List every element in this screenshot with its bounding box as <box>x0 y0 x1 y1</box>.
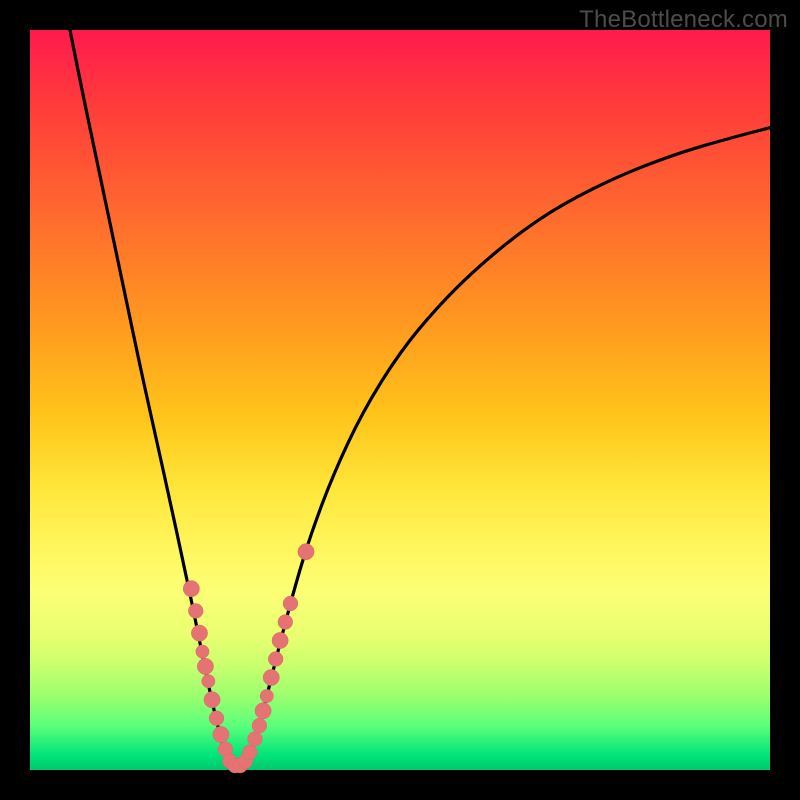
data-marker <box>204 692 220 708</box>
data-marker <box>298 544 314 560</box>
data-marker <box>196 645 209 658</box>
markers-group <box>183 544 314 773</box>
chart-svg <box>30 30 770 770</box>
data-marker <box>263 669 279 685</box>
data-marker <box>197 658 213 674</box>
data-marker <box>188 604 203 619</box>
data-marker <box>213 726 229 742</box>
data-marker <box>248 732 263 747</box>
data-marker <box>272 632 288 648</box>
data-marker <box>209 711 224 726</box>
data-marker <box>242 745 257 760</box>
data-marker <box>255 703 271 719</box>
data-marker <box>278 615 293 630</box>
data-marker <box>202 675 215 688</box>
data-marker <box>260 689 273 702</box>
bottleneck-curve <box>70 30 770 765</box>
data-marker <box>191 625 207 641</box>
plot-area <box>30 30 770 770</box>
data-marker <box>183 581 199 597</box>
data-marker <box>252 718 267 733</box>
data-marker <box>283 596 298 611</box>
chart-frame: TheBottleneck.com <box>0 0 800 800</box>
data-marker <box>268 652 283 667</box>
